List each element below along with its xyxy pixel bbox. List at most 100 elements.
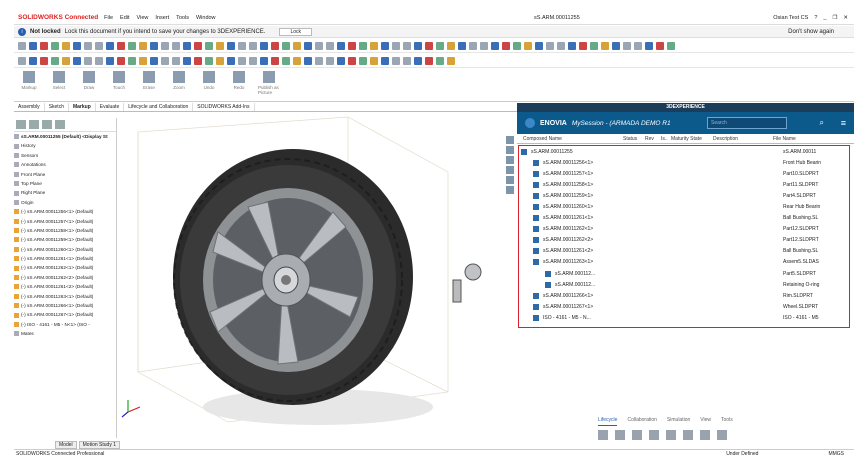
- tree-item[interactable]: Front Plane: [14, 170, 116, 179]
- toolbar-icon[interactable]: [51, 56, 59, 65]
- toolbar-icon[interactable]: [271, 41, 279, 50]
- toolbar-icon[interactable]: [128, 56, 136, 65]
- toolbar-icon[interactable]: [205, 56, 213, 65]
- help-icon[interactable]: ?: [814, 15, 817, 21]
- toolbar-icon[interactable]: [238, 41, 246, 50]
- toolbar-icon[interactable]: [183, 41, 191, 50]
- side-tool-icon[interactable]: [506, 166, 514, 174]
- restore-icon[interactable]: ❐: [832, 15, 837, 21]
- toolbar-icon[interactable]: [150, 56, 158, 65]
- toolbar-icon[interactable]: [51, 41, 59, 50]
- toolbar-icon[interactable]: [348, 56, 356, 65]
- toolbar-icon[interactable]: [480, 41, 488, 50]
- toolbar-icon[interactable]: [326, 41, 334, 50]
- toolbar-icon[interactable]: [656, 41, 664, 50]
- tree-item[interactable]: (-) ISO - 4161 - M5 - N<1> (ISO -: [14, 320, 116, 329]
- menu-item[interactable]: Window: [196, 15, 216, 21]
- tab-lifecycle[interactable]: Lifecycle: [598, 417, 618, 426]
- tab-model[interactable]: Motion Study 1: [78, 441, 120, 449]
- toolbar-icon[interactable]: [579, 41, 587, 50]
- compass-icon[interactable]: [525, 118, 535, 128]
- toolbar-icon[interactable]: [117, 41, 125, 50]
- toolbar-icon[interactable]: [414, 56, 422, 65]
- close-icon[interactable]: ✕: [843, 15, 848, 21]
- toolbar-icon[interactable]: [249, 56, 257, 65]
- dimxpert-icon[interactable]: [55, 120, 65, 129]
- toolbar-icon[interactable]: [425, 41, 433, 50]
- dont-show-again-link[interactable]: Don't show again: [788, 29, 834, 35]
- toolbar-icon[interactable]: [150, 41, 158, 50]
- toolbar-icon[interactable]: [502, 41, 510, 50]
- toolbar-icon[interactable]: [315, 56, 323, 65]
- menu-item[interactable]: Tools: [176, 15, 189, 21]
- tree-item[interactable]: (-) sS.ARM.00011262<1> (Default): [14, 263, 116, 272]
- ribbon-button[interactable]: Markup: [18, 71, 40, 98]
- toolbar-icon[interactable]: [590, 41, 598, 50]
- toolbar-icon[interactable]: [568, 41, 576, 50]
- ribbon-button[interactable]: Zoom: [168, 71, 190, 98]
- tree-item[interactable]: Sensors: [14, 151, 116, 160]
- toolbar-icon[interactable]: [645, 41, 653, 50]
- tree-item[interactable]: Top Plane: [14, 179, 116, 188]
- toolbar-icon[interactable]: [260, 56, 268, 65]
- tab-markup[interactable]: Markup: [68, 103, 96, 111]
- toolbar-icon[interactable]: [381, 41, 389, 50]
- column-header[interactable]: Composed Name: [517, 136, 617, 142]
- toolbar-icon[interactable]: [557, 41, 565, 50]
- toolbar-icon[interactable]: [359, 41, 367, 50]
- tab-simulation[interactable]: Simulation: [667, 417, 690, 426]
- toolbar-icon[interactable]: [62, 41, 70, 50]
- toolbar-icon[interactable]: [491, 41, 499, 50]
- toolbar-icon[interactable]: [194, 56, 202, 65]
- toolbar-icon[interactable]: [227, 41, 235, 50]
- menu-item[interactable]: View: [137, 15, 149, 21]
- tree-item[interactable]: (-) sS.ARM.00011259<1> (Default): [14, 235, 116, 244]
- toolbar-icon[interactable]: [106, 41, 114, 50]
- tree-item[interactable]: Right Plane: [14, 188, 116, 197]
- tool-icon[interactable]: [717, 430, 727, 440]
- toolbar-icon[interactable]: [392, 56, 400, 65]
- session-name[interactable]: MySession - (ARMADA DEMO R1: [572, 120, 671, 127]
- toolbar-icon[interactable]: [29, 56, 37, 65]
- tool-icon[interactable]: [615, 430, 625, 440]
- toolbar-icon[interactable]: [260, 41, 268, 50]
- toolbar-icon[interactable]: [447, 41, 455, 50]
- graphics-area[interactable]: [118, 112, 518, 442]
- column-header[interactable]: File Name: [767, 136, 827, 142]
- toolbar-icon[interactable]: [271, 56, 279, 65]
- tab-view[interactable]: View: [700, 417, 711, 426]
- toolbar-icon[interactable]: [667, 41, 675, 50]
- menu-item[interactable]: Edit: [120, 15, 129, 21]
- toolbar-icon[interactable]: [623, 41, 631, 50]
- user-name[interactable]: Osian Test CS: [773, 15, 808, 21]
- toolbar-icon[interactable]: [40, 41, 48, 50]
- toolbar-icon[interactable]: [447, 56, 455, 65]
- tool-icon[interactable]: [598, 430, 608, 440]
- side-tool-icon[interactable]: [506, 146, 514, 154]
- toolbar-icon[interactable]: [381, 56, 389, 65]
- toolbar-icon[interactable]: [216, 56, 224, 65]
- tree-item[interactable]: (-) sS.ARM.00011266<1> (Default): [14, 301, 116, 310]
- tool-icon[interactable]: [632, 430, 642, 440]
- toolbar-icon[interactable]: [348, 41, 356, 50]
- tool-icon[interactable]: [700, 430, 710, 440]
- ribbon-button[interactable]: Erase: [138, 71, 160, 98]
- ribbon-button[interactable]: Redo: [228, 71, 250, 98]
- toolbar-icon[interactable]: [359, 56, 367, 65]
- toolbar-icon[interactable]: [337, 41, 345, 50]
- toolbar-icon[interactable]: [106, 56, 114, 65]
- toolbar-icon[interactable]: [139, 41, 147, 50]
- toolbar-icon[interactable]: [194, 41, 202, 50]
- search-icon[interactable]: ⌕: [820, 118, 824, 128]
- toolbar-icon[interactable]: [304, 41, 312, 50]
- ribbon-button[interactable]: Publish as Picture: [258, 71, 280, 98]
- toolbar-icon[interactable]: [40, 56, 48, 65]
- tree-item[interactable]: Origin: [14, 198, 116, 207]
- toolbar-icon[interactable]: [293, 41, 301, 50]
- column-header[interactable]: Maturity State: [665, 136, 707, 142]
- toolbar-icon[interactable]: [293, 56, 301, 65]
- column-header[interactable]: Rev: [639, 136, 655, 142]
- ribbon-button[interactable]: Draw: [78, 71, 100, 98]
- toolbar-icon[interactable]: [612, 41, 620, 50]
- tree-item[interactable]: (-) sS.ARM.00011263<1> (Default): [14, 292, 116, 301]
